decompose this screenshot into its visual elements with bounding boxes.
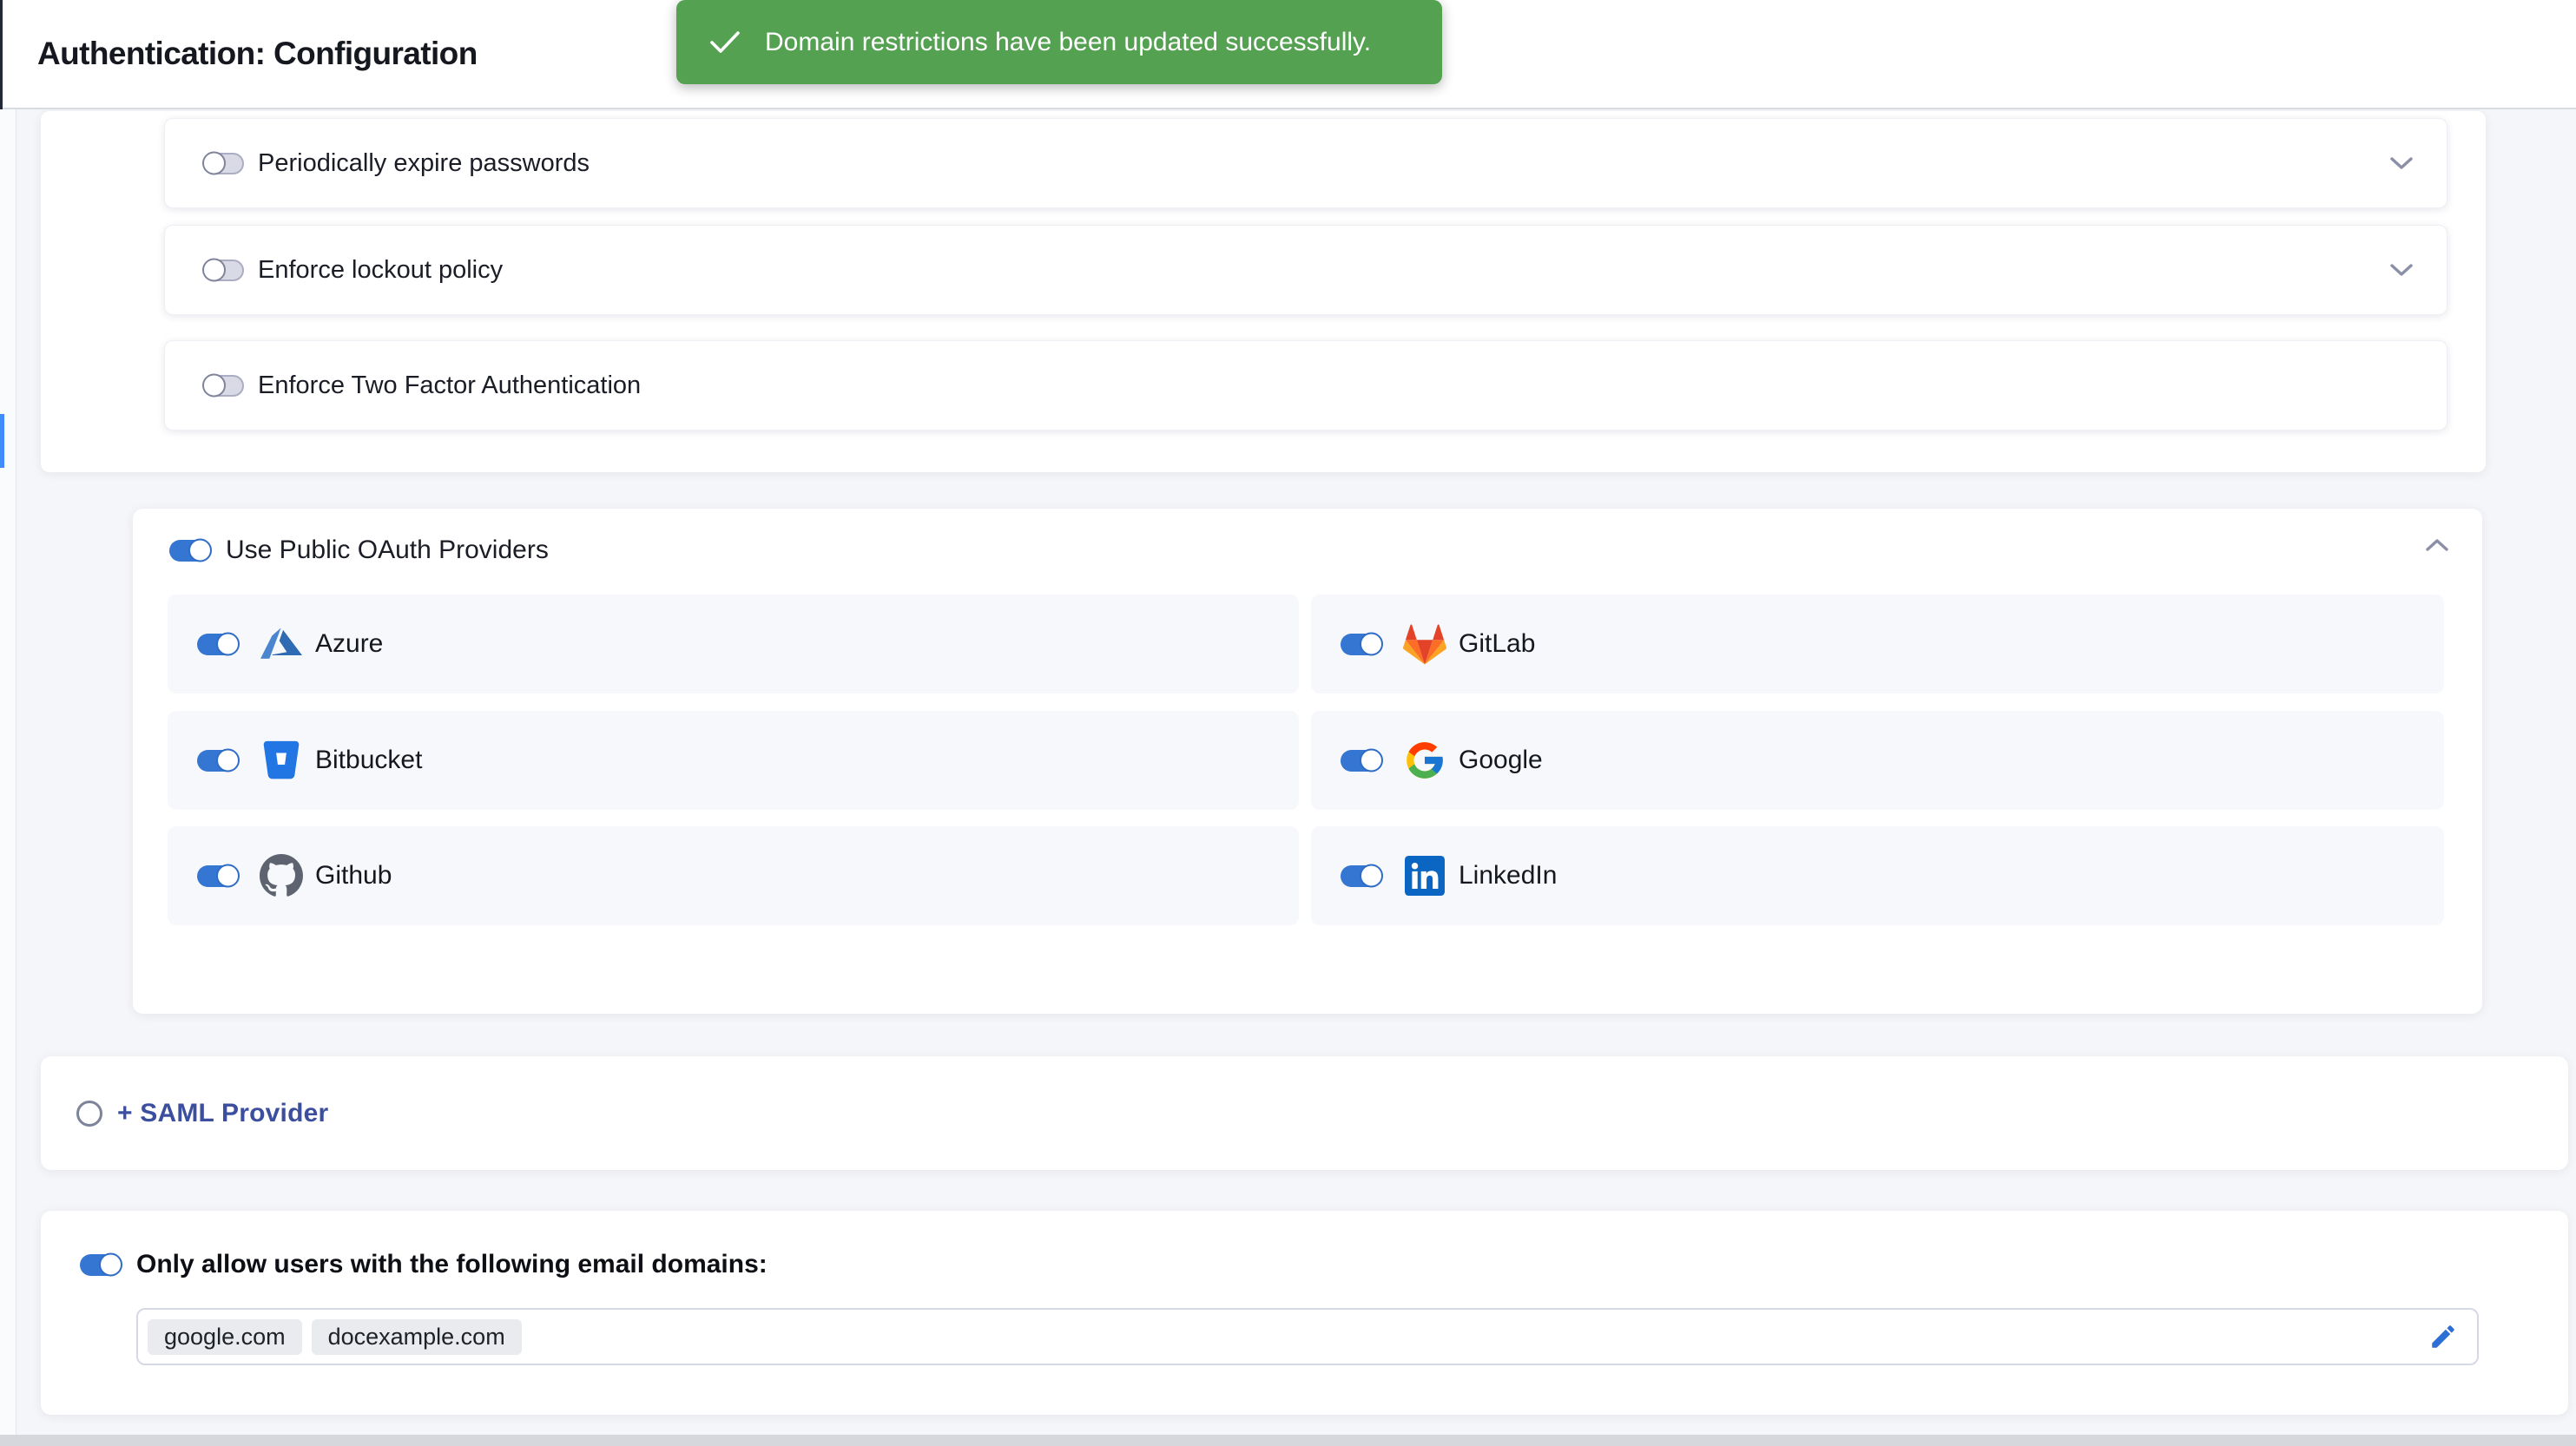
- setting-row-lockout-policy[interactable]: Enforce lockout policy: [164, 225, 2448, 315]
- page-title: Authentication: Configuration: [37, 0, 478, 108]
- gitlab-icon: [1402, 621, 1447, 667]
- email-domains-input[interactable]: google.com docexample.com: [136, 1308, 2479, 1365]
- domain-tag: docexample.com: [312, 1319, 522, 1355]
- oauth-section-header: Use Public OAuth Providers: [169, 531, 549, 569]
- setting-label: Enforce lockout policy: [258, 256, 503, 285]
- setting-label: Enforce Two Factor Authentication: [258, 371, 641, 400]
- provider-name: Google: [1459, 746, 1543, 775]
- authentication-configuration-page: Authentication: Configuration Periodical…: [0, 0, 2576, 1446]
- window-edge: [0, 0, 3, 109]
- github-toggle[interactable]: [197, 865, 238, 887]
- linkedin-toggle[interactable]: [1341, 865, 1381, 887]
- email-domains-toggle[interactable]: [80, 1254, 121, 1276]
- horizontal-scrollbar[interactable]: [0, 1435, 2576, 1446]
- two-factor-toggle[interactable]: [203, 375, 244, 397]
- chevron-up-icon[interactable]: [2425, 538, 2449, 552]
- provider-name: Azure: [315, 629, 383, 659]
- success-toast: Domain restrictions have been updated su…: [676, 0, 1442, 84]
- provider-row-azure: Azure: [168, 595, 1299, 693]
- gitlab-toggle[interactable]: [1341, 634, 1381, 655]
- google-toggle[interactable]: [1341, 750, 1381, 772]
- saml-provider-card: + SAML Provider: [41, 1056, 2568, 1170]
- email-domains-header: Only allow users with the following emai…: [80, 1247, 768, 1282]
- scroll-indicator: [0, 414, 4, 468]
- saml-radio[interactable]: [76, 1101, 102, 1127]
- oauth-section-label: Use Public OAuth Providers: [226, 536, 549, 565]
- bitbucket-toggle[interactable]: [197, 750, 238, 772]
- lockout-policy-toggle[interactable]: [203, 260, 244, 281]
- provider-row-linkedin: LinkedIn: [1311, 826, 2444, 925]
- linkedin-icon: [1402, 853, 1447, 898]
- left-rail: [0, 109, 16, 1446]
- check-icon: [709, 30, 741, 55]
- domain-tag: google.com: [148, 1319, 302, 1355]
- oauth-providers-toggle[interactable]: [169, 540, 210, 562]
- google-icon: [1402, 738, 1447, 783]
- setting-label: Periodically expire passwords: [258, 149, 590, 178]
- pencil-icon[interactable]: [2428, 1322, 2458, 1351]
- chevron-down-icon[interactable]: [2389, 156, 2414, 170]
- add-saml-provider-link[interactable]: + SAML Provider: [117, 1099, 328, 1128]
- github-icon: [259, 853, 304, 898]
- provider-name: LinkedIn: [1459, 861, 1557, 891]
- toast-message: Domain restrictions have been updated su…: [765, 28, 1371, 57]
- azure-toggle[interactable]: [197, 634, 238, 655]
- provider-row-gitlab: GitLab: [1311, 595, 2444, 693]
- expire-passwords-toggle[interactable]: [203, 153, 244, 174]
- provider-name: GitLab: [1459, 629, 1535, 659]
- email-domains-label: Only allow users with the following emai…: [136, 1250, 768, 1279]
- provider-row-google: Google: [1311, 711, 2444, 810]
- provider-name: Bitbucket: [315, 746, 422, 775]
- chevron-down-icon[interactable]: [2389, 263, 2414, 277]
- azure-icon: [259, 621, 304, 667]
- bitbucket-icon: [259, 738, 304, 783]
- setting-row-two-factor[interactable]: Enforce Two Factor Authentication: [164, 340, 2448, 431]
- provider-row-bitbucket: Bitbucket: [168, 711, 1299, 810]
- provider-row-github: Github: [168, 826, 1299, 925]
- setting-row-expire-passwords[interactable]: Periodically expire passwords: [164, 118, 2448, 208]
- provider-name: Github: [315, 861, 392, 891]
